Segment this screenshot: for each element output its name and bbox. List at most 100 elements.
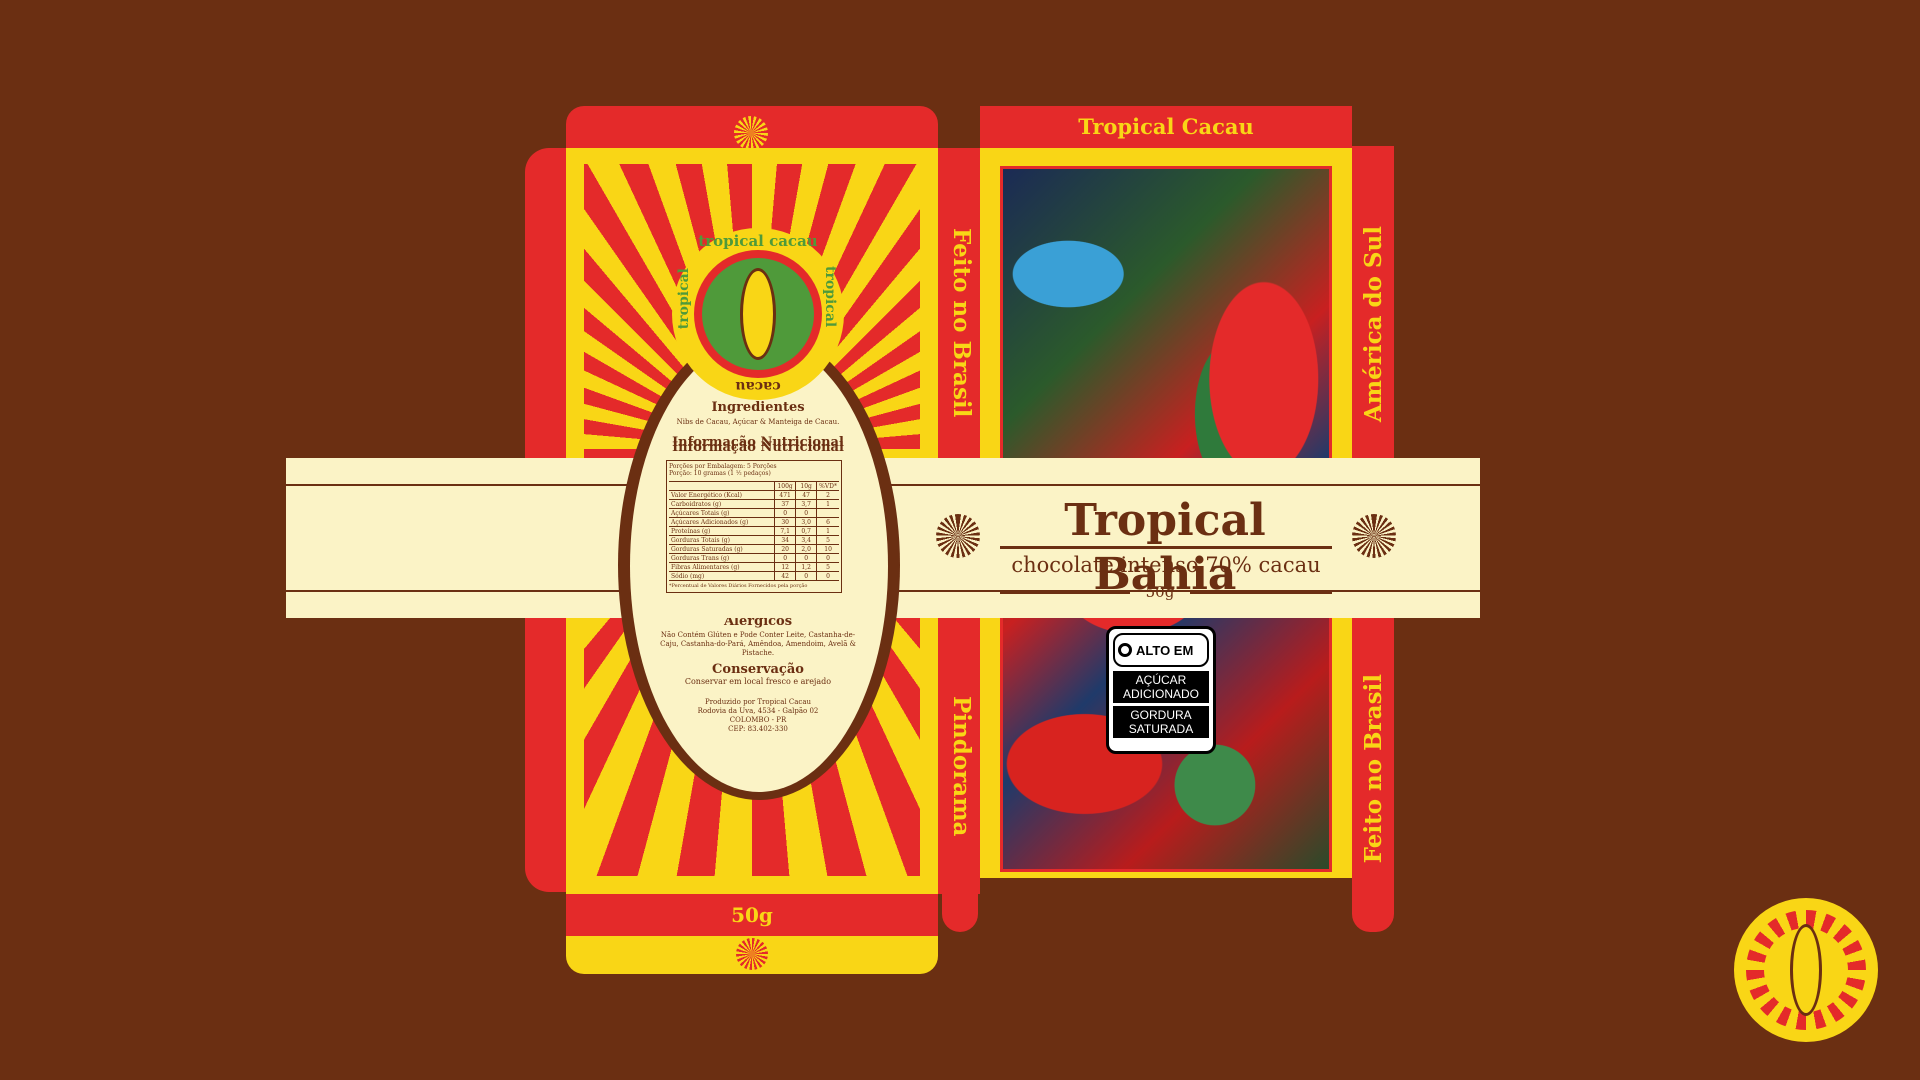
producer-line-2: Rodovia da Uva, 4534 - Galpão 02: [697, 707, 819, 715]
side-label-pindorama-display: Pindorama: [948, 696, 975, 837]
table-row: Gorduras Totais (g)343,45: [669, 535, 839, 545]
table-cell: Açúcares Adicionados (g): [669, 517, 775, 527]
warning-line-1: AÇÚCAR: [1135, 673, 1187, 687]
table-cell: 471: [774, 490, 796, 500]
sun-icon: [736, 938, 768, 970]
ingredients-title: Ingredientes: [711, 400, 805, 415]
seal-text-left: tropical: [676, 268, 692, 330]
brand-seal: tropical cacau tropical cacau tropical: [672, 228, 844, 400]
table-cell: [816, 508, 839, 518]
table-row: Gorduras Saturadas (g)202,010: [669, 544, 839, 554]
portion-line-1-overlay: Porções por Embalagem: 5 Porções: [669, 463, 777, 470]
table-cell: 3,7: [795, 499, 817, 509]
table-header-cell: %VD*: [816, 482, 839, 491]
table-cell: 1: [816, 499, 839, 509]
table-cell: 0: [795, 508, 817, 518]
warning-line-2: ADICIONADO: [1122, 687, 1199, 701]
portion-line-2-overlay: Porção: 10 gramas (1 ½ pedaços): [669, 470, 839, 482]
warning-line-3: GORDURA: [1130, 708, 1192, 722]
producer-line-1: Produzido por Tropical Cacau: [704, 698, 811, 706]
table-row: Açúcares Adicionados (g)303,06: [669, 517, 839, 527]
table-header-cell: 10g: [795, 482, 817, 491]
sun-icon: [734, 116, 768, 150]
table-cell: 2,0: [795, 544, 817, 554]
sun-icon: [936, 514, 980, 558]
table-header-row: 100g10g%VD*: [669, 482, 839, 491]
band-weight: 50g: [1145, 583, 1175, 601]
table-row: Carboidratos (g)373,71: [669, 499, 839, 509]
side-label-america-do-sul: América do Sul: [1360, 226, 1387, 423]
corner-logo: [1734, 898, 1878, 1042]
ingredients-text: Nibs de Cacau, Açúcar & Manteiga de Caca…: [676, 418, 840, 426]
table-cell: 0,7: [795, 526, 817, 536]
nutrition-table-overlay: 100g 10g %VD* Valor Energético (Kcal) 471 47 2…: [669, 482, 839, 581]
table-cell: Gorduras Totais (g): [669, 535, 775, 545]
table-cell: Gorduras Trans (g): [669, 553, 775, 563]
table-cell: Açúcares Totais (g): [669, 508, 775, 518]
table-cell: 0: [795, 571, 817, 581]
table-row: Valor Energético (Kcal)471472: [669, 490, 839, 500]
sun-icon: [1352, 514, 1396, 558]
nutrition-title-overlay: Informação Nutricional: [672, 440, 844, 455]
magnifier-icon: [1118, 643, 1132, 657]
table-cell: 2: [816, 490, 839, 500]
table-cell: 12: [774, 562, 796, 572]
table-cell: 10: [816, 544, 839, 554]
cacao-pod-icon: [1790, 924, 1822, 1016]
allergens-text: Não Contém Glúten e Pode Conter Leite, C…: [660, 631, 856, 657]
table-header-cell: [669, 482, 775, 491]
table-header-cell: 100g: [774, 482, 796, 491]
cacao-pod-icon: [740, 268, 776, 360]
table-cell: 20: [774, 544, 796, 554]
table-row: Sódio (mg)4200: [669, 571, 839, 581]
table-footnote-overlay: *Percentual de Valores Diários Fornecido…: [669, 583, 808, 589]
back-bottom-flap: 50g: [566, 894, 938, 936]
table-cell: 0: [795, 553, 817, 563]
table-cell: 30: [774, 517, 796, 527]
seal-text-top-label: tropical cacau: [698, 232, 818, 250]
side-label-feito-no-brasil-2: Feito no Brasil: [1360, 674, 1387, 864]
table-cell: 7,1: [774, 526, 796, 536]
table-cell: 0: [816, 571, 839, 581]
front-top-flap: Tropical Cacau: [980, 106, 1352, 148]
producer-line-4: CEP: 83.402-330: [728, 725, 788, 733]
table-cell: 0: [774, 508, 796, 518]
table-cell: Carboidratos (g): [669, 499, 775, 509]
nutrition-table-box-overlay: Porções por Embalagem: 5 Porções Porção:…: [666, 460, 842, 593]
table-cell: 5: [816, 562, 839, 572]
warning-label: ALTO EM AÇÚCAR ADICIONADO GORDURA SATURA…: [1106, 626, 1216, 754]
seal-text-right: tropical: [822, 266, 838, 328]
bottom-flap-weight: 50g: [731, 903, 773, 927]
table-row: Gorduras Trans (g)000: [669, 553, 839, 563]
table-row: Fibras Alimentares (g)121,25: [669, 562, 839, 572]
storage-text: Conservar em local fresco e arejado: [684, 677, 832, 686]
table-cell: 37: [774, 499, 796, 509]
table-row: Açúcares Totais (g)00: [669, 508, 839, 518]
warning-header: ALTO EM: [1136, 642, 1194, 658]
table-cell: 5: [816, 535, 839, 545]
table-cell: 0: [774, 553, 796, 563]
table-cell: Valor Energético (Kcal): [669, 490, 775, 500]
side-label-feito-no-brasil-display: Feito no Brasil: [948, 228, 975, 418]
front-top-brand: Tropical Cacau: [1078, 114, 1254, 139]
table-cell: 47: [795, 490, 817, 500]
warning-line-4: SATURADA: [1128, 722, 1194, 736]
back-bottom-tab: [566, 936, 938, 974]
seal-text-bottom: cacau: [735, 378, 781, 394]
table-cell: Fibras Alimentares (g): [669, 562, 775, 572]
info-content-lower: Alérgicos Não Contém Glúten e Pode Conte…: [660, 614, 856, 734]
table-cell: 0: [816, 553, 839, 563]
table-cell: 42: [774, 571, 796, 581]
seal-text-top: tropical cacau: [672, 232, 844, 250]
table-cell: 3,4: [795, 535, 817, 545]
table-cell: Gorduras Saturadas (g): [669, 544, 775, 554]
producer-line-3: COLOMBO - PR: [729, 716, 787, 724]
table-row: Proteínas (g)7,10,71: [669, 526, 839, 536]
table-cell: 6: [816, 517, 839, 527]
table-cell: Proteínas (g): [669, 526, 775, 536]
table-cell: Sódio (mg): [669, 571, 775, 581]
table-cell: 3,0: [795, 517, 817, 527]
storage-title: Conservação: [712, 662, 804, 677]
table-cell: 1: [816, 526, 839, 536]
table-cell: 34: [774, 535, 796, 545]
